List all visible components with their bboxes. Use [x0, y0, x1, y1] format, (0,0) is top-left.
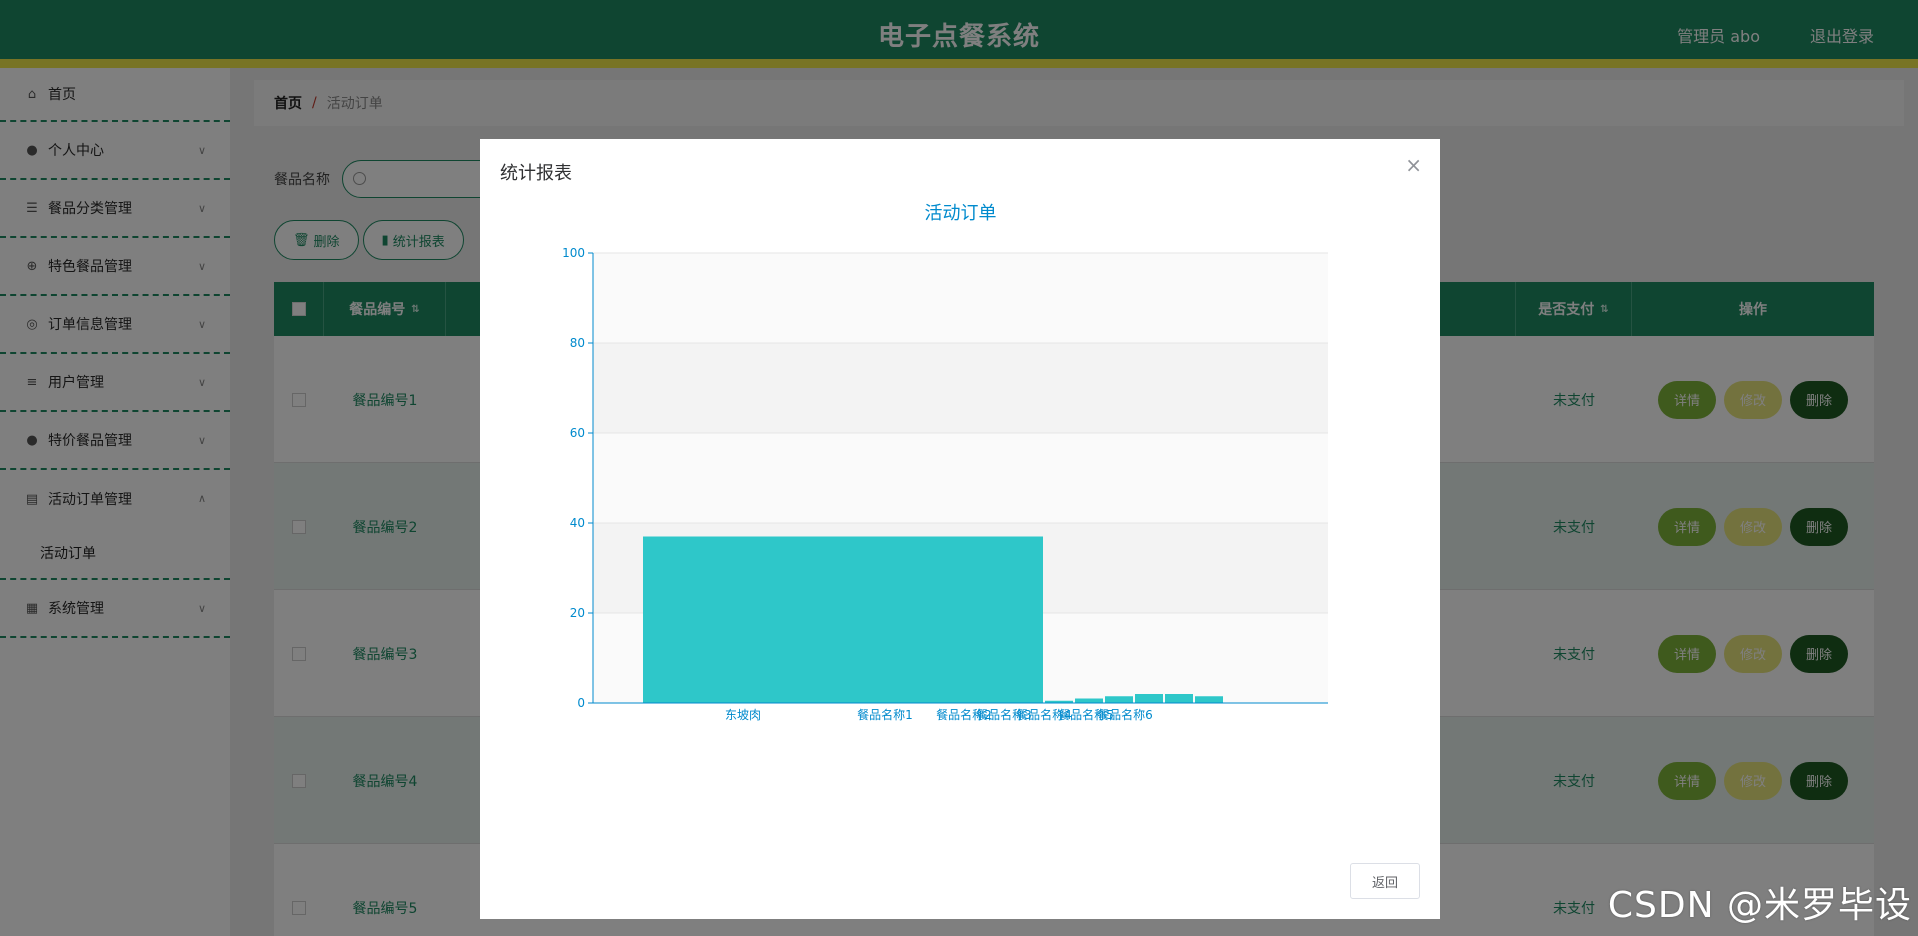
report-modal: 统计报表 × 活动订单 0 20 40 60 80 100 东坡肉 餐品名称1 餐品名称2 餐品名称… [480, 139, 1440, 919]
y-tick-label: 40 [570, 516, 585, 530]
chart-bar [1195, 696, 1223, 703]
x-tick-label: 餐品名称6 [1097, 707, 1153, 722]
grid-band [593, 343, 1328, 433]
grid-band [593, 253, 1328, 343]
y-tick-label: 60 [570, 426, 585, 440]
chart-bar [1105, 696, 1133, 703]
y-tick-label: 80 [570, 336, 585, 350]
chart-bar [1165, 694, 1193, 703]
y-tick-label: 20 [570, 606, 585, 620]
chart-bar [1075, 698, 1103, 703]
chart-bar [1135, 694, 1163, 703]
y-tick-label: 100 [562, 246, 585, 260]
activity-order-chart: 活动订单020406080100东坡肉 餐品名称1 餐品名称2餐品名称3餐品名称4餐… [562, 203, 1328, 722]
close-icon[interactable]: × [1405, 153, 1422, 177]
grid-band [593, 433, 1328, 523]
back-button[interactable]: 返回 [1350, 863, 1420, 899]
x-tick-label: 餐品名称1 [857, 707, 913, 722]
watermark: CSDN @米罗毕设 [1607, 885, 1912, 926]
y-tick-label: 0 [577, 696, 585, 710]
x-tick-label: 东坡肉 [725, 708, 761, 722]
chart-bar [643, 536, 1043, 703]
chart-title: 活动订单 [925, 203, 997, 224]
modal-title: 统计报表 [500, 163, 572, 184]
